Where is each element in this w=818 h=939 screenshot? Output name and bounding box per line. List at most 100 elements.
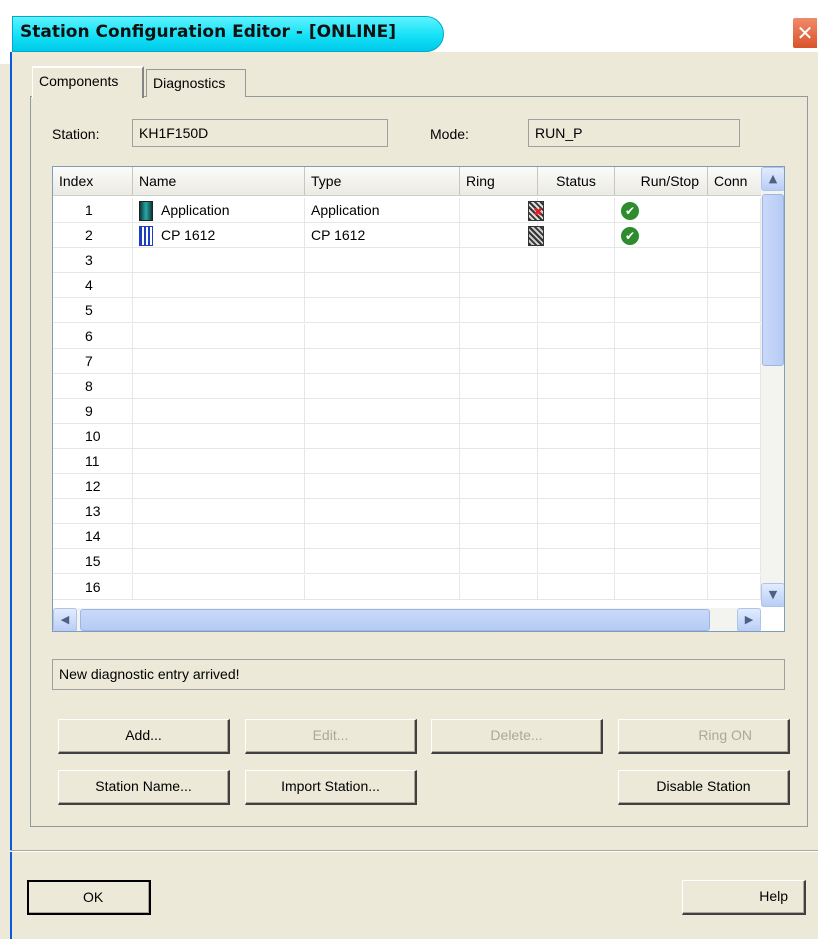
ok-button[interactable]: OK	[27, 880, 151, 915]
cell-conn	[708, 298, 761, 324]
scroll-left-button[interactable]: ◀	[53, 608, 77, 631]
cell-index: 10	[53, 423, 133, 449]
cell-conn	[708, 398, 761, 424]
cell-type	[305, 348, 460, 374]
cell-type	[305, 398, 460, 424]
scroll-down-button[interactable]: ▼	[761, 583, 784, 607]
column-header-index[interactable]: Index	[53, 167, 133, 195]
cell-conn	[708, 574, 761, 600]
cell-index: 13	[53, 499, 133, 525]
table-row[interactable]: 16	[53, 574, 761, 600]
cell-conn	[708, 223, 761, 249]
column-header-type[interactable]: Type	[305, 167, 460, 195]
status-icon: ✖	[528, 201, 544, 221]
cell-index: 3	[53, 248, 133, 274]
cell-index: 12	[53, 474, 133, 500]
help-button[interactable]: Help	[682, 880, 806, 915]
table-row[interactable]: 6	[53, 323, 761, 349]
status-icon	[528, 226, 544, 247]
cell-status	[538, 373, 615, 399]
cell-conn	[708, 273, 761, 299]
table-row[interactable]: 10	[53, 423, 761, 449]
cell-name	[133, 248, 305, 274]
cell-runstop	[615, 373, 708, 399]
cell-conn	[708, 524, 761, 550]
column-header-runstop[interactable]: Run/Stop	[615, 167, 708, 195]
cell-index: 11	[53, 449, 133, 474]
cell-ring	[460, 423, 538, 449]
disable-station-button[interactable]: Disable Station	[618, 770, 790, 805]
table-row[interactable]: 14	[53, 524, 761, 550]
cell-type	[305, 273, 460, 299]
cell-runstop	[615, 449, 708, 474]
import-station-button[interactable]: Import Station...	[245, 770, 417, 805]
tab-components[interactable]: Components	[32, 66, 144, 98]
cell-type	[305, 323, 460, 349]
cell-status	[538, 423, 615, 449]
cell-conn	[708, 423, 761, 449]
cell-status	[538, 474, 615, 500]
table-row[interactable]: 13	[53, 499, 761, 525]
add-button[interactable]: Add...	[58, 719, 230, 754]
cell-conn	[708, 248, 761, 274]
cell-ring	[460, 449, 538, 474]
table-row[interactable]: 8	[53, 373, 761, 399]
scroll-right-button[interactable]: ▶	[737, 608, 761, 631]
cell-name	[133, 499, 305, 525]
table-row[interactable]: 9	[53, 398, 761, 424]
cell-index: 15	[53, 549, 133, 575]
vertical-scroll-thumb[interactable]	[762, 194, 784, 366]
column-header-ring[interactable]: Ring	[460, 167, 538, 195]
cell-conn	[708, 348, 761, 374]
cell-runstop	[615, 248, 708, 274]
table-row[interactable]: 15	[53, 549, 761, 575]
table-row[interactable]: 11	[53, 449, 761, 474]
running-check-icon: ✔	[621, 227, 639, 246]
table-header: Index Name Type Ring Status Run/Stop Con…	[53, 167, 761, 196]
horizontal-scroll-thumb[interactable]	[80, 609, 710, 631]
table-row[interactable]: 2 CP 1612 CP 1612 ✔	[53, 223, 761, 249]
scroll-up-button[interactable]: ▲	[761, 167, 784, 191]
column-header-status[interactable]: Status	[538, 167, 615, 195]
cell-status: ✖	[528, 198, 615, 223]
delete-button[interactable]: Delete...	[431, 719, 603, 754]
cell-runstop	[615, 474, 708, 500]
tab-diagnostics[interactable]: Diagnostics	[146, 69, 246, 97]
components-table[interactable]: Index Name Type Ring Status Run/Stop Con…	[52, 166, 785, 632]
cell-ring	[460, 198, 538, 223]
column-header-conn[interactable]: Conn	[708, 167, 761, 195]
chevron-down-icon: ▼	[768, 588, 778, 601]
running-check-icon: ✔	[621, 202, 639, 221]
cell-name	[133, 373, 305, 399]
edit-button[interactable]: Edit...	[245, 719, 417, 754]
cell-name	[133, 398, 305, 424]
cell-ring	[460, 348, 538, 374]
cell-name	[133, 549, 305, 575]
ring-on-button[interactable]: Ring ON	[618, 719, 790, 754]
cell-type	[305, 574, 460, 600]
table-row[interactable]: 1 Application Application ✖ ✔	[53, 198, 761, 223]
table-row[interactable]: 12	[53, 474, 761, 500]
horizontal-scrollbar[interactable]: ◀ ▶	[53, 608, 761, 631]
cell-runstop	[615, 298, 708, 324]
cell-ring	[460, 398, 538, 424]
cell-index: 5	[53, 298, 133, 324]
cell-type	[305, 474, 460, 500]
vertical-scrollbar[interactable]: ▲ ▼	[761, 167, 784, 607]
table-row[interactable]: 7	[53, 348, 761, 374]
table-row[interactable]: 5	[53, 298, 761, 324]
cell-conn	[708, 499, 761, 525]
close-button[interactable]: ✕	[792, 17, 818, 49]
column-header-name[interactable]: Name	[133, 167, 305, 195]
cell-type	[305, 449, 460, 474]
station-name-button[interactable]: Station Name...	[58, 770, 230, 805]
cell-type	[305, 549, 460, 575]
table-row[interactable]: 3	[53, 248, 761, 274]
cell-index: 1	[53, 198, 133, 223]
cell-conn	[708, 373, 761, 399]
table-row[interactable]: 4	[53, 273, 761, 299]
cell-conn	[708, 449, 761, 474]
cell-name	[133, 298, 305, 324]
cell-ring	[460, 273, 538, 299]
network-card-icon	[139, 226, 153, 247]
